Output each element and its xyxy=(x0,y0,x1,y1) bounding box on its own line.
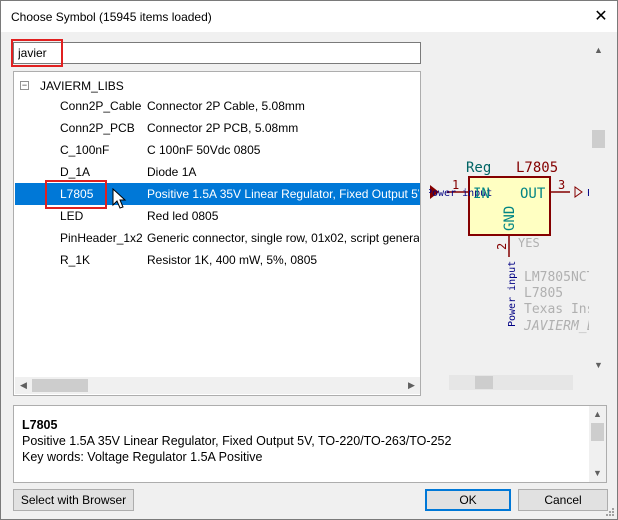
schematic-symbol-canvas: Reg L7805 Power input 1 IN OUT 3 Power o… xyxy=(429,160,589,334)
symbol-description: Connector 2P Cable, 5.08mm xyxy=(147,99,305,113)
pin-in-name: IN xyxy=(473,186,490,202)
scroll-thumb[interactable] xyxy=(592,130,605,148)
pin-gnd-name: GND xyxy=(502,206,518,231)
pin-1-number: 1 xyxy=(452,178,459,192)
symbol-description: Connector 2P PCB, 5.08mm xyxy=(147,121,299,135)
scroll-thumb[interactable] xyxy=(475,376,493,389)
field-footprint: LM7805NCT xyxy=(524,270,589,285)
scroll-up-icon[interactable]: ▲ xyxy=(589,406,606,423)
select-with-browser-button[interactable]: Select with Browser xyxy=(13,489,134,511)
symbol-row[interactable]: C_100nF C 100nF 50Vdc 0805 xyxy=(15,139,420,161)
symbol-name: R_1K xyxy=(60,253,91,267)
scroll-left-icon[interactable]: ◀ xyxy=(15,377,32,394)
symbol-row-selected[interactable]: L7805 Positive 1.5A 35V Linear Regulator… xyxy=(15,183,420,205)
symbol-row[interactable]: Conn2P_PCB Connector 2P PCB, 5.08mm xyxy=(15,117,420,139)
symbol-row[interactable]: LED Red led 0805 xyxy=(15,205,420,227)
symbol-row[interactable]: D_1A Diode 1A xyxy=(15,161,420,183)
scroll-down-icon[interactable]: ▼ xyxy=(589,465,606,482)
value-label: L7805 xyxy=(516,160,558,176)
resize-grip-icon[interactable] xyxy=(605,507,615,517)
pin-3-number: 3 xyxy=(558,178,565,192)
field-manufacturer: Texas Instruments xyxy=(524,302,589,317)
scroll-down-icon[interactable]: ▼ xyxy=(590,357,607,374)
cancel-button[interactable]: Cancel xyxy=(518,489,608,511)
symbol-description: Diode 1A xyxy=(147,165,197,179)
field-value: L7805 xyxy=(524,286,563,301)
search-field[interactable] xyxy=(13,42,421,64)
symbol-description: Resistor 1K, 400 mW, 5%, 0805 xyxy=(147,253,318,267)
details-name: L7805 xyxy=(22,418,58,432)
mouse-cursor-icon xyxy=(112,188,127,209)
reference-label: Reg xyxy=(466,160,491,176)
field-library: JAVIERM_LIBS xyxy=(523,319,589,334)
symbol-name: Conn2P_PCB xyxy=(60,121,135,135)
preview-horizontal-scrollbar[interactable] xyxy=(449,375,573,390)
collapse-toggle-icon[interactable]: − xyxy=(20,81,29,90)
symbol-name: PinHeader_1x2 xyxy=(60,231,143,245)
symbol-description: Red led 0805 xyxy=(147,209,219,223)
symbol-name: L7805 xyxy=(60,187,94,201)
ok-button[interactable]: OK xyxy=(425,489,511,511)
preview-vertical-scrollbar[interactable]: ▲ ▼ xyxy=(590,42,607,374)
symbol-row[interactable]: PinHeader_1x2 Generic connector, single … xyxy=(15,227,420,249)
symbol-name: C_100nF xyxy=(60,143,110,157)
details-keywords: Key words: Voltage Regulator 1.5A Positi… xyxy=(22,450,263,464)
symbol-tree: − JAVIERM_LIBS Conn2P_Cable Connector 2P… xyxy=(13,71,421,396)
symbol-description: Generic connector, single row, 01x02, sc… xyxy=(147,231,419,245)
symbol-name: LED xyxy=(60,209,84,223)
scroll-up-icon[interactable]: ▲ xyxy=(590,42,607,59)
pin-3-output-marker xyxy=(574,186,583,198)
library-name: JAVIERM_LIBS xyxy=(40,79,124,93)
title-bar: Choose Symbol (15945 items loaded) ✕ xyxy=(1,1,617,32)
scroll-right-icon[interactable]: ▶ xyxy=(403,377,420,394)
symbol-name: Conn2P_Cable xyxy=(60,99,142,113)
symbol-row[interactable]: Conn2P_Cable Connector 2P Cable, 5.08mm xyxy=(15,95,420,117)
symbol-row[interactable]: R_1K Resistor 1K, 400 mW, 5%, 0805 xyxy=(15,249,420,271)
search-input[interactable] xyxy=(18,45,413,61)
details-vertical-scrollbar[interactable]: ▲ ▼ xyxy=(589,406,606,482)
close-button[interactable]: ✕ xyxy=(585,1,617,32)
symbol-description: C 100nF 50Vdc 0805 xyxy=(147,143,261,157)
symbol-description: Positive 1.5A 35V Linear Regulator, Fixe… xyxy=(147,187,419,201)
pin-2-number: 2 xyxy=(495,243,509,250)
choose-symbol-dialog: Choose Symbol (15945 items loaded) ✕ − J… xyxy=(0,0,618,520)
scroll-thumb[interactable] xyxy=(32,379,88,392)
pin-2-type: Power input xyxy=(507,261,518,327)
field-yes: YES xyxy=(518,236,540,250)
pin-out-name: OUT xyxy=(520,186,546,202)
symbol-details-panel: L7805 Positive 1.5A 35V Linear Regulator… xyxy=(13,405,607,483)
pin-3-type: Power output xyxy=(587,188,589,199)
details-description: Positive 1.5A 35V Linear Regulator, Fixe… xyxy=(22,434,452,448)
symbol-preview: Reg L7805 Power input 1 IN OUT 3 Power o… xyxy=(429,42,607,397)
scroll-thumb[interactable] xyxy=(591,423,604,441)
tree-horizontal-scrollbar[interactable]: ◀ ▶ xyxy=(15,377,420,394)
symbol-name: D_1A xyxy=(60,165,91,179)
window-title: Choose Symbol (15945 items loaded) xyxy=(11,10,212,24)
